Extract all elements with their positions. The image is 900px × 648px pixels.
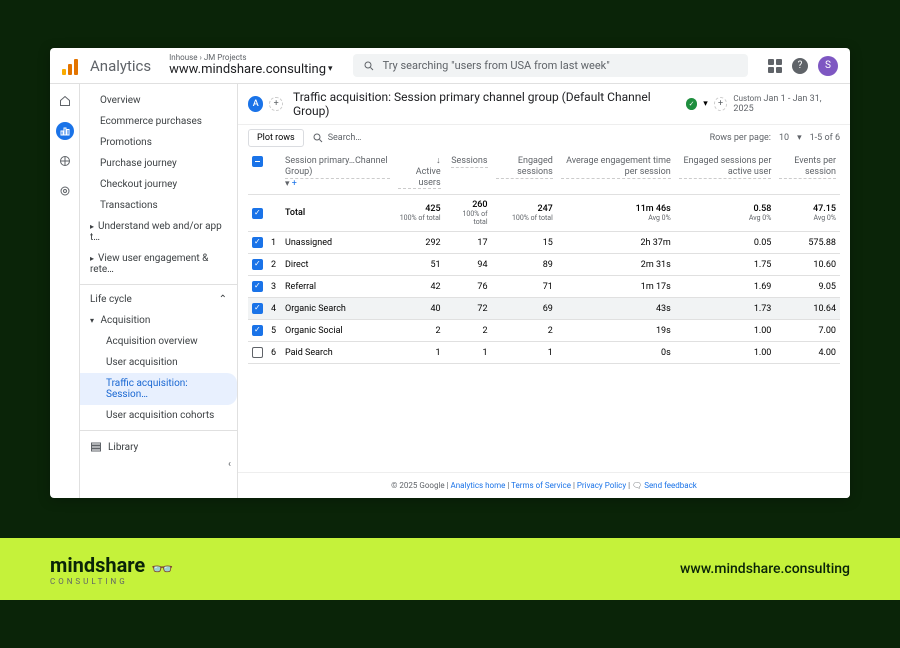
footer-link[interactable]: Analytics home	[451, 481, 506, 490]
col-avg-engagement-time[interactable]: Average engagement time per session	[557, 151, 675, 195]
search-icon	[363, 60, 375, 72]
segment-badge[interactable]: A	[248, 96, 263, 112]
rows-per-page-label: Rows per page:	[710, 133, 771, 143]
sidebar-item[interactable]: Overview	[80, 90, 237, 111]
select-all-checkbox[interactable]	[252, 156, 263, 167]
col-active-users[interactable]: ↓ Active users	[394, 151, 445, 195]
table-row[interactable]: 2Direct5194892m 31s1.7510.60	[248, 254, 840, 276]
sidebar-item[interactable]: Acquisition overview	[80, 331, 237, 352]
reports-icon[interactable]	[56, 122, 74, 140]
total-row: Total425100% of total260100% of total247…	[248, 195, 840, 232]
col-events-per-session[interactable]: Events per session	[775, 151, 840, 195]
avatar[interactable]: S	[818, 56, 838, 76]
chevron-down-icon: ▾	[90, 316, 98, 325]
row-checkbox[interactable]	[252, 259, 263, 270]
dimension-header[interactable]: Session primary…Channel Group) ▾ +	[281, 151, 394, 195]
collapse-sidebar-icon[interactable]: ‹	[80, 459, 237, 470]
chevron-up-icon: ⌃	[219, 294, 227, 305]
table-row[interactable]: 3Referral4276711m 17s1.699.05	[248, 276, 840, 298]
search-placeholder: Try searching "users from USA from last …	[383, 59, 610, 72]
property-selector[interactable]: Inhouse › JM Projects www.mindshare.cons…	[169, 54, 332, 77]
add-dimension-icon[interactable]: +	[292, 179, 297, 189]
chevron-down-icon: ▾	[328, 65, 333, 75]
row-checkbox[interactable]	[252, 281, 263, 292]
table-row[interactable]: 1Unassigned29217152h 37m0.05575.88	[248, 232, 840, 254]
global-search[interactable]: Try searching "users from USA from last …	[353, 54, 748, 77]
sidebar-item[interactable]: User acquisition cohorts	[80, 405, 237, 426]
search-icon	[312, 132, 324, 144]
table-row[interactable]: 6Paid Search1110s1.004.00	[248, 342, 840, 364]
topbar: Analytics Inhouse › JM Projects www.mind…	[50, 48, 850, 84]
sidebar-item[interactable]: Promotions	[80, 132, 237, 153]
apps-icon[interactable]	[768, 59, 782, 73]
product-name: Analytics	[90, 57, 151, 75]
sidebar: OverviewEcommerce purchasesPromotionsPur…	[80, 84, 238, 498]
footer: © 2025 Google | Analytics home | Terms o…	[238, 472, 850, 498]
nav-rail	[50, 84, 80, 498]
explore-icon[interactable]	[56, 152, 74, 170]
sidebar-item[interactable]: Checkout journey	[80, 174, 237, 195]
data-table: Session primary…Channel Group) ▾ + ↓ Act…	[248, 151, 840, 364]
brand-bar: mindshare CONSULTING 👓 www.mindshare.con…	[0, 538, 900, 600]
page-title: Traffic acquisition: Session primary cha…	[293, 90, 676, 118]
brand-logo: mindshare CONSULTING 👓	[50, 553, 174, 586]
rows-per-page-value[interactable]: 10	[779, 133, 789, 143]
sidebar-item[interactable]: ▸View user engagement & rete…	[80, 248, 237, 280]
table-row[interactable]: 4Organic Search40726943s1.7310.64	[248, 298, 840, 320]
sidebar-section-lifecycle[interactable]: Life cycle ⌃	[80, 289, 237, 310]
row-checkbox[interactable]	[252, 237, 263, 248]
footer-link[interactable]: Privacy Policy	[577, 481, 626, 490]
advertising-icon[interactable]	[56, 182, 74, 200]
row-checkbox[interactable]	[252, 208, 263, 219]
row-checkbox[interactable]	[252, 325, 263, 336]
col-engaged-sessions[interactable]: Engaged sessions	[492, 151, 557, 195]
col-engaged-per-user[interactable]: Engaged sessions per active user	[675, 151, 776, 195]
sidebar-item[interactable]: Purchase journey	[80, 153, 237, 174]
home-icon[interactable]	[56, 92, 74, 110]
plot-rows-button[interactable]: Plot rows	[248, 129, 304, 147]
sidebar-item-acquisition[interactable]: ▾ Acquisition	[80, 310, 237, 331]
chevron-down-icon[interactable]: ▾	[703, 99, 708, 109]
sidebar-library[interactable]: Library	[80, 435, 237, 459]
table-search[interactable]: Search…	[312, 132, 702, 144]
help-icon[interactable]: ?	[792, 58, 808, 74]
add-comparison-button[interactable]: +	[714, 97, 728, 111]
verified-icon: ✓	[686, 98, 698, 110]
sidebar-item[interactable]: Transactions	[80, 195, 237, 216]
sidebar-item[interactable]: Ecommerce purchases	[80, 111, 237, 132]
row-checkbox[interactable]	[252, 303, 263, 314]
pagination-info: 1-5 of 6	[810, 133, 840, 143]
sidebar-item[interactable]: User acquisition	[80, 352, 237, 373]
main-content: A + Traffic acquisition: Session primary…	[238, 84, 850, 498]
sidebar-item[interactable]: ▸Understand web and/or app t…	[80, 216, 237, 248]
table-row[interactable]: 5Organic Social22219s1.007.00	[248, 320, 840, 342]
glasses-icon: 👓	[151, 559, 173, 580]
chevron-down-icon: ▾	[285, 179, 290, 189]
date-range-picker[interactable]: Custom Jan 1 - Jan 31, 2025	[733, 94, 840, 114]
section-label: Life cycle	[90, 294, 132, 305]
sidebar-item[interactable]: Traffic acquisition: Session…	[80, 373, 237, 405]
send-feedback-link[interactable]: Send feedback	[644, 481, 697, 490]
analytics-logo-icon	[62, 57, 80, 75]
chevron-down-icon[interactable]: ▾	[797, 133, 802, 143]
site-name: www.mindshare.consulting	[169, 63, 326, 77]
col-sessions[interactable]: Sessions	[445, 151, 492, 195]
row-checkbox[interactable]	[252, 347, 263, 358]
brand-url: www.mindshare.consulting	[680, 561, 850, 577]
library-icon	[90, 441, 102, 453]
footer-link[interactable]: Terms of Service	[511, 481, 571, 490]
add-segment-button[interactable]: +	[269, 97, 283, 111]
